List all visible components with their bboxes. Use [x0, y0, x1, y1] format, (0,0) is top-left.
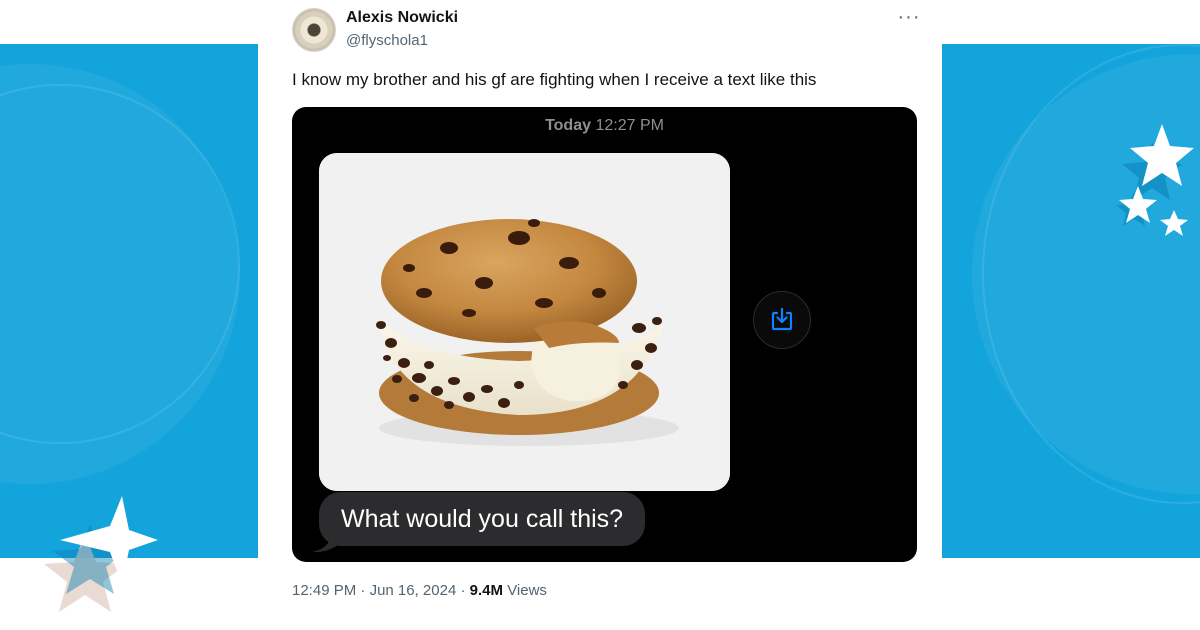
tweet-meta: 12:49 PM · Jun 16, 2024 · 9.4M Views [292, 582, 547, 599]
tweet-media-screenshot[interactable]: Today 12:27 PM What would you call this? [292, 107, 917, 562]
background-ring [982, 44, 1200, 504]
background-panel-left [0, 44, 258, 558]
views-count: 9.4M [469, 582, 504, 599]
save-to-photos-icon [771, 307, 793, 331]
tweet-time[interactable]: 12:49 PM [292, 582, 356, 599]
tweet-card: Alexis Nowicki @flyschola1 ··· I know my… [258, 0, 942, 630]
message-bubble[interactable]: What would you call this? [319, 492, 646, 546]
meta-separator: · [460, 582, 466, 599]
tweet-text: I know my brother and his gf are fightin… [292, 70, 817, 89]
meta-separator: · [360, 582, 366, 599]
message-bubble-text: What would you call this? [341, 505, 624, 533]
stars-decoration-right [1116, 124, 1194, 236]
message-timestamp: Today 12:27 PM [292, 117, 917, 135]
stars-decoration-left [44, 496, 158, 612]
message-time: 12:27 PM [595, 117, 664, 134]
avatar[interactable] [292, 8, 336, 52]
more-options-icon[interactable]: ··· [894, 6, 924, 30]
message-photo[interactable] [319, 153, 730, 491]
save-to-photos-button[interactable] [753, 291, 811, 349]
tweet-date[interactable]: Jun 16, 2024 [370, 582, 457, 599]
ice-cream-cookie-sandwich-image [319, 153, 730, 491]
views-label: Views [507, 582, 547, 599]
author-handle[interactable]: @flyschola1 [346, 32, 428, 49]
author-name[interactable]: Alexis Nowicki [346, 9, 458, 27]
message-day: Today [545, 117, 591, 134]
star-icon [1160, 210, 1188, 236]
